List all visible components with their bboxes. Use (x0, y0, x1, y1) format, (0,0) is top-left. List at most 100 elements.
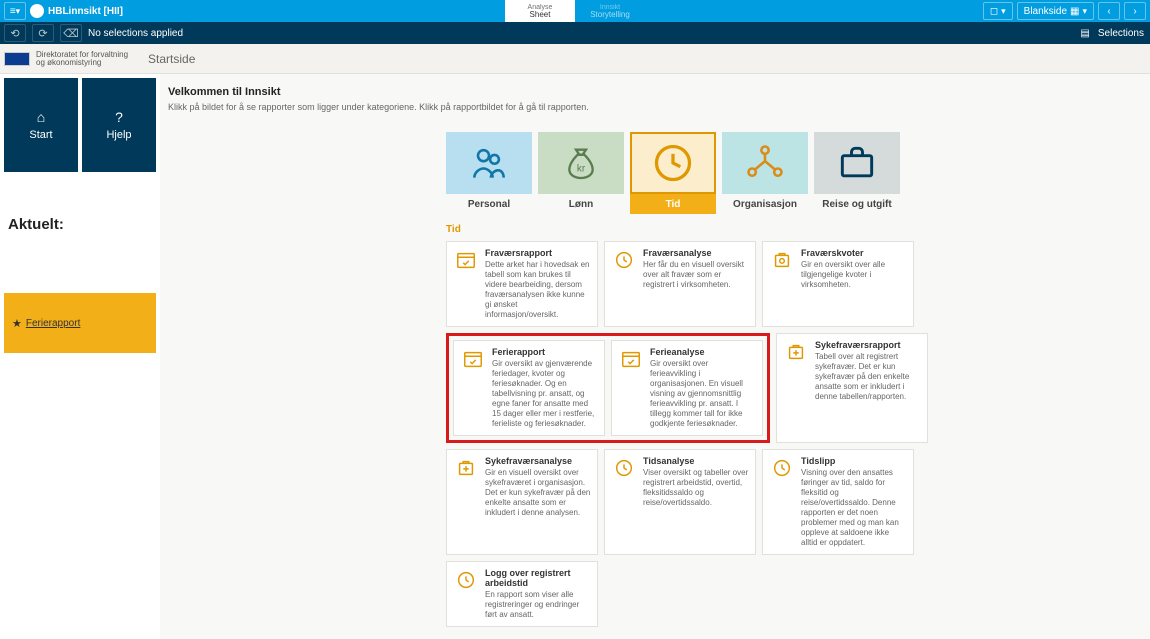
card-title: Logg over registrert arbeidstid (485, 568, 591, 588)
highlight-ferie-group: FerierapportGir oversikt av gjenværende … (446, 333, 770, 443)
tab-story-sub: Innsikt (600, 4, 620, 11)
sheet-nav-button[interactable]: Blankside▦▾ (1017, 2, 1094, 20)
card-title: Sykefraværsrapport (815, 340, 921, 350)
analysis-clock-icon (454, 569, 478, 591)
bookmark-button[interactable]: ◻▾ (983, 2, 1013, 20)
card-sykefravaersrapport[interactable]: SykefraværsrapportTabell over alt regist… (776, 333, 928, 443)
card-fravaersrapport[interactable]: Fraværsrapport Dette arket har i hovedsak… (446, 241, 598, 327)
cat-personal[interactable]: Personal (446, 132, 532, 214)
people-icon (467, 141, 511, 185)
next-sheet-button[interactable]: › (1124, 2, 1146, 20)
card-title: Fraværsrapport (485, 248, 591, 258)
clock-icon (651, 141, 695, 185)
cat-personal-label: Personal (468, 199, 510, 210)
report-cal-icon (461, 348, 485, 370)
analysis-clock-icon (612, 457, 636, 479)
aktuelt-link[interactable]: Ferierapport (26, 318, 80, 329)
cat-org[interactable]: Organisasjon (722, 132, 808, 214)
clear-selections-button[interactable]: ⌫ (60, 24, 82, 42)
tab-sheet[interactable]: Analyse Sheet (505, 0, 575, 22)
home-icon: ⌂ (37, 109, 45, 125)
selection-back-button[interactable]: ⟲ (4, 24, 26, 42)
card-ferierapport[interactable]: FerierapportGir oversikt av gjenværende … (453, 340, 605, 436)
card-desc: Dette arket har i hovedsak en tabell som… (485, 260, 591, 320)
no-selections-text: No selections applied (88, 28, 183, 39)
cat-tid-label: Tid (666, 199, 681, 210)
chevron-down-icon: ▾ (16, 6, 21, 17)
card-ferieanalyse[interactable]: Ferieanalyse Gir oversikt over ferieavvik… (611, 340, 763, 436)
tab-storytelling[interactable]: Innsikt Storytelling (575, 0, 645, 22)
chevron-down-icon: ▾ (1001, 6, 1006, 17)
nav-hjelp[interactable]: ? Hjelp (82, 78, 156, 172)
sheet-nav-label: Blankside (1024, 6, 1067, 17)
card-title: Sykefraværsanalyse (485, 456, 591, 466)
card-title: Ferierapport (492, 347, 598, 357)
flag-icon (4, 52, 30, 66)
card-title: Tidsanalyse (643, 456, 749, 466)
cat-tid[interactable]: Tid (630, 132, 716, 214)
card-logg[interactable]: Logg over registrert arbeidstidEn rappor… (446, 561, 598, 627)
card-tidslipp[interactable]: Tidslipp Visning over den ansattes føring… (762, 449, 914, 555)
medkit-icon (454, 457, 478, 479)
prev-sheet-button[interactable]: ‹ (1098, 2, 1120, 20)
menu-button[interactable]: ≡▾ (4, 2, 26, 20)
cat-reise[interactable]: Reise og utgift (814, 132, 900, 214)
analysis-clock-icon (770, 457, 794, 479)
moneybag-icon: kr (561, 143, 601, 183)
card-desc: Gir en visuell oversikt over sykefravære… (485, 468, 591, 518)
briefcase-icon (835, 141, 879, 185)
analysis-clock-icon (612, 249, 636, 271)
report-cal-icon (619, 348, 643, 370)
step-back-icon: ⟲ (10, 27, 19, 40)
cat-reise-label: Reise og utgift (822, 199, 891, 210)
card-desc: Gir en oversikt over alle tilgjengelige … (801, 260, 907, 290)
card-tidsanalyse[interactable]: Tidsanalyse Viser oversikt og tabeller ov… (604, 449, 756, 555)
app-icon (30, 4, 44, 18)
page-title: Startside (148, 52, 195, 66)
cat-lonn[interactable]: kr Lønn (538, 132, 624, 214)
org-line2: og økonomistyring (36, 59, 128, 67)
chevron-right-icon: › (1133, 6, 1136, 17)
card-fravaersanalyse[interactable]: Fraværsanalyse Her får du en visuell over… (604, 241, 756, 327)
clear-icon: ⌫ (63, 27, 79, 40)
card-desc: Her får du en visuell oversikt over alt … (643, 260, 749, 290)
aktuelt-box[interactable]: ★ Ferierapport (4, 293, 156, 353)
svg-text:kr: kr (577, 163, 586, 174)
card-title: Tidslipp (801, 456, 907, 466)
aktuelt-heading: Aktuelt: (4, 216, 156, 233)
star-icon: ★ (12, 317, 22, 330)
nav-hjelp-label: Hjelp (106, 129, 131, 141)
cat-org-label: Organisasjon (733, 199, 797, 210)
org-icon (743, 141, 787, 185)
nav-start-label: Start (29, 129, 52, 141)
help-icon: ? (115, 109, 123, 125)
report-cal-icon (454, 249, 478, 271)
nav-start[interactable]: ⌂ Start (4, 78, 78, 172)
card-desc: Visning over den ansattes føringer av ti… (801, 468, 907, 548)
chevron-left-icon: ‹ (1107, 6, 1110, 17)
welcome-sub: Klikk på bildet for å se rapporter som l… (168, 102, 1142, 112)
card-title: Fraværsanalyse (643, 248, 749, 258)
card-sykefravaersanalyse[interactable]: Sykefraværsanalyse Gir en visuell oversik… (446, 449, 598, 555)
section-head-tid: Tid (446, 224, 1142, 235)
selections-icon: ▤ (1080, 28, 1089, 39)
tab-story-label: Storytelling (590, 11, 630, 19)
grid-icon: ▦ (1070, 6, 1079, 17)
medkit-icon (784, 341, 808, 363)
tab-sheet-sub: Analyse (528, 4, 553, 11)
welcome-title: Velkommen til Innsikt (168, 86, 1142, 98)
org-logo: Direktoratet for forvaltning og økonomis… (4, 51, 128, 67)
app-title: HBLinnsikt [HII] (48, 6, 123, 17)
quota-icon (770, 249, 794, 271)
chevron-down-icon: ▾ (1082, 6, 1087, 17)
step-fwd-icon: ⟳ (38, 27, 47, 40)
card-title: Fraværskvoter (801, 248, 907, 258)
tab-sheet-label: Sheet (530, 11, 551, 19)
card-title: Ferieanalyse (650, 347, 756, 357)
card-desc: Viser oversikt og tabeller over registre… (643, 468, 749, 508)
bookmark-icon: ◻ (990, 6, 998, 17)
card-fravaerskvoter[interactable]: Fraværskvoter Gir en oversikt over alle t… (762, 241, 914, 327)
card-desc: Gir oversikt over ferieavvikling i organ… (650, 359, 756, 429)
selections-label[interactable]: Selections (1098, 28, 1144, 39)
selection-forward-button[interactable]: ⟳ (32, 24, 54, 42)
